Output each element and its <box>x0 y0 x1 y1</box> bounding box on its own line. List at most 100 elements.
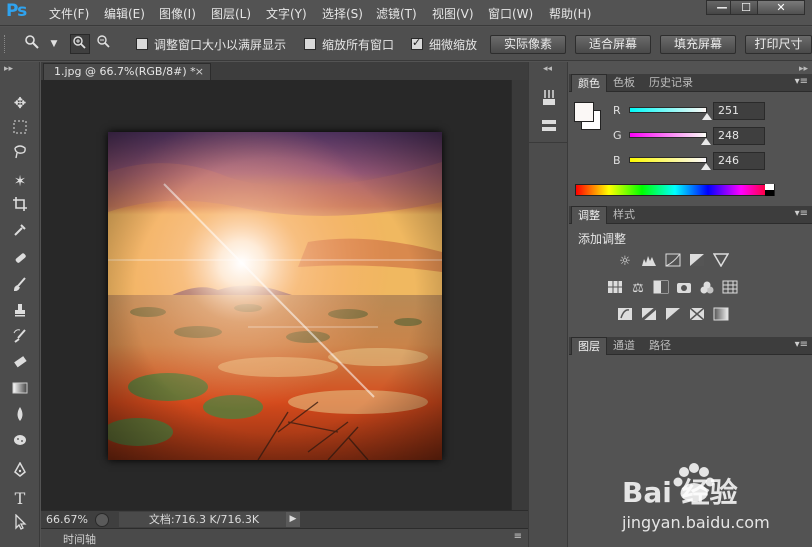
menu-file[interactable]: 文件(F) <box>49 5 89 21</box>
r-slider[interactable] <box>629 107 707 113</box>
menu-view[interactable]: 视图(V) <box>432 5 474 21</box>
magic-wand-tool-icon[interactable]: ✶ <box>9 170 31 192</box>
color-panel-tabs: 颜色 色板 历史记录 ▾≡ <box>569 74 812 92</box>
gradient-tool-icon[interactable] <box>9 380 31 402</box>
menu-layer[interactable]: 图层(L) <box>211 5 251 21</box>
zoom-out-icon[interactable] <box>94 34 114 54</box>
history-brush-tool-icon[interactable] <box>9 328 31 350</box>
timeline-menu-icon[interactable]: ≡ <box>514 531 522 542</box>
move-tool-icon[interactable]: ✥ <box>9 92 31 114</box>
g-label: G <box>613 129 622 142</box>
canvas[interactable] <box>41 80 511 510</box>
tab-styles[interactable]: 样式 <box>607 206 641 224</box>
document-image[interactable] <box>108 132 442 460</box>
spectrum-black-swatch[interactable] <box>765 190 774 196</box>
color-lookup-icon[interactable] <box>721 280 739 298</box>
document-tab[interactable]: 1.jpg @ 66.7%(RGB/8#) * × <box>43 63 211 80</box>
tab-swatches[interactable]: 色板 <box>607 74 641 92</box>
collapse-tools-icon[interactable]: ▸▸ <box>4 64 13 74</box>
options-grip[interactable] <box>4 35 7 53</box>
zoom-level[interactable]: 66.67% <box>46 513 88 526</box>
tab-layers[interactable]: 图层 <box>571 337 607 355</box>
tab-color[interactable]: 颜色 <box>571 74 607 92</box>
levels-icon[interactable] <box>640 253 658 271</box>
clone-stamp-tool-icon[interactable] <box>9 302 31 324</box>
eyedropper-tool-icon[interactable] <box>9 222 31 244</box>
lasso-tool-icon[interactable] <box>9 144 31 166</box>
brush-presets-icon[interactable] <box>539 88 559 108</box>
exposure-icon[interactable] <box>688 253 706 271</box>
g-value-input[interactable]: 248 <box>713 127 765 145</box>
selective-color-icon[interactable] <box>688 307 706 325</box>
tab-history[interactable]: 历史记录 <box>643 74 699 92</box>
crop-tool-icon[interactable] <box>9 196 31 218</box>
b-value-input[interactable]: 246 <box>713 152 765 170</box>
sponge-tool-icon[interactable] <box>9 432 31 454</box>
actual-pixels-button[interactable]: 实际像素 <box>490 35 566 54</box>
tool-preset-dropdown-icon[interactable]: ▼ <box>44 34 64 54</box>
fill-screen-button[interactable]: 填充屏幕 <box>660 35 736 54</box>
type-tool-icon[interactable]: T <box>9 488 31 510</box>
tab-adjustments[interactable]: 调整 <box>571 206 607 224</box>
channel-mixer-icon[interactable] <box>698 280 716 298</box>
menu-edit[interactable]: 编辑(E) <box>104 5 145 21</box>
g-slider-thumb[interactable] <box>701 138 711 145</box>
hue-saturation-icon[interactable] <box>606 280 624 298</box>
layers-panel-tabs: 图层 通道 路径 ▾≡ <box>569 337 812 355</box>
healing-brush-tool-icon[interactable] <box>9 250 31 272</box>
g-slider[interactable] <box>629 132 707 138</box>
tab-paths[interactable]: 路径 <box>643 337 677 355</box>
zoom-in-icon[interactable] <box>70 34 90 54</box>
adjustments-panel-menu-icon[interactable]: ▾≡ <box>795 208 808 219</box>
color-spectrum-bar[interactable] <box>575 184 775 196</box>
share-status-icon[interactable] <box>95 513 109 527</box>
b-slider[interactable] <box>629 157 707 163</box>
pen-tool-icon[interactable] <box>9 461 31 484</box>
vertical-scrollbar[interactable] <box>511 80 528 510</box>
expand-dock-icon[interactable]: ◂◂ <box>543 64 552 74</box>
menu-window[interactable]: 窗口(W) <box>488 5 533 21</box>
path-selection-tool-icon[interactable] <box>9 513 31 536</box>
r-value-input[interactable]: 251 <box>713 102 765 120</box>
b-slider-thumb[interactable] <box>701 163 711 170</box>
gradient-map-icon[interactable] <box>712 307 730 325</box>
fit-screen-button[interactable]: 适合屏幕 <box>575 35 651 54</box>
collapse-panels-icon[interactable]: ▸▸ <box>799 64 808 74</box>
timeline-label[interactable]: 时间轴 <box>63 531 96 547</box>
foreground-color-swatch[interactable] <box>574 102 594 122</box>
menu-select[interactable]: 选择(S) <box>322 5 363 21</box>
vibrance-icon[interactable] <box>712 253 730 271</box>
black-white-icon[interactable] <box>652 280 670 298</box>
scrubby-zoom-checkbox[interactable] <box>411 36 423 50</box>
color-panel-menu-icon[interactable]: ▾≡ <box>795 76 808 87</box>
document-tab-bar: 1.jpg @ 66.7%(RGB/8#) * × <box>41 62 528 80</box>
brightness-contrast-icon[interactable]: ☼ <box>616 253 634 271</box>
r-label: R <box>613 104 621 117</box>
marquee-tool-icon[interactable] <box>9 118 31 140</box>
invert-icon[interactable] <box>616 307 634 325</box>
close-tab-icon[interactable]: × <box>195 64 204 79</box>
brush-tool-icon[interactable] <box>9 276 31 298</box>
menu-help[interactable]: 帮助(H) <box>549 5 591 21</box>
threshold-icon[interactable] <box>664 307 682 325</box>
layers-panel-menu-icon[interactable]: ▾≡ <box>795 339 808 350</box>
photo-filter-icon[interactable] <box>675 280 693 298</box>
resize-windows-checkbox[interactable] <box>136 38 148 50</box>
posterize-icon[interactable] <box>640 306 658 325</box>
adjustments-panel-tabs: 调整 样式 ▾≡ <box>569 206 812 224</box>
close-window-button[interactable]: ✕ <box>757 0 805 15</box>
blur-tool-icon[interactable] <box>9 406 31 428</box>
color-balance-icon[interactable]: ⚖ <box>629 280 647 298</box>
tab-channels[interactable]: 通道 <box>607 337 641 355</box>
menu-image[interactable]: 图像(I) <box>159 5 196 21</box>
zoom-all-windows-checkbox[interactable] <box>304 38 316 50</box>
menu-type[interactable]: 文字(Y) <box>266 5 307 21</box>
curves-icon[interactable] <box>664 253 682 271</box>
r-slider-thumb[interactable] <box>702 113 712 120</box>
zoom-tool-icon[interactable] <box>22 34 42 54</box>
menu-filter[interactable]: 滤镜(T) <box>376 5 417 21</box>
print-size-button[interactable]: 打印尺寸 <box>745 35 812 54</box>
status-menu-arrow-icon[interactable]: ▶ <box>286 512 300 527</box>
clone-source-icon[interactable] <box>539 116 559 136</box>
eraser-tool-icon[interactable] <box>9 354 31 376</box>
